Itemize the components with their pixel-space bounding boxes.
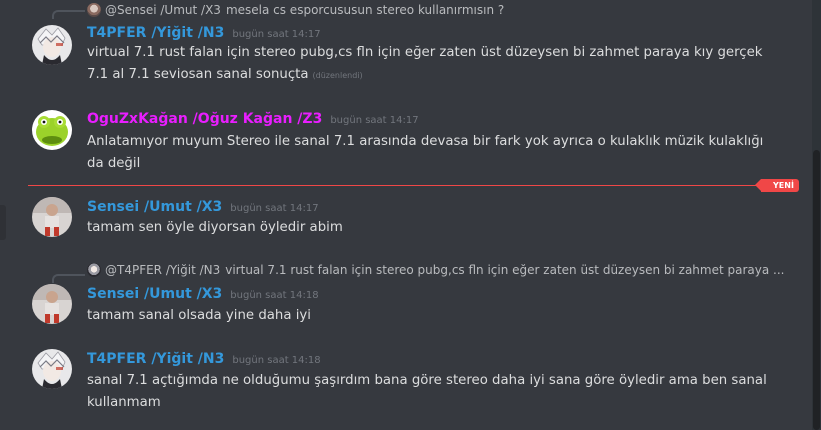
message-line: kullanmam bbox=[87, 395, 161, 410]
message-line: Anlatamıyor muyum Stereo ile sanal 7.1 a… bbox=[87, 134, 764, 149]
reply-connector bbox=[52, 10, 85, 19]
chat-messages[interactable]: @Sensei /Umut /X3 mesela cs esporcususun… bbox=[0, 0, 812, 430]
timestamp[interactable]: bugün saat 14:17 bbox=[230, 203, 318, 214]
message-header: Sensei /Umut /X3 bugün saat 14:18 bbox=[87, 286, 319, 302]
new-messages-badge: YENİ bbox=[755, 179, 799, 192]
edited-label: (düzenlendi) bbox=[312, 71, 363, 80]
message-header: T4PFER /Yiğit /N3 bugün saat 14:17 bbox=[87, 25, 321, 41]
message-line: 7.1 al 7.1 seviosan sanal sonuçta (düzenl… bbox=[87, 64, 363, 87]
message-header: OguZxKağan /Oğuz Kağan /Z3 bugün saat 14… bbox=[87, 111, 419, 127]
reply-author[interactable]: @T4PFER /Yiğit /N3 bbox=[105, 263, 220, 277]
message-text: 7.1 al 7.1 seviosan sanal sonuçta bbox=[87, 67, 309, 82]
message-header: T4PFER /Yiğit /N3 bugün saat 14:18 bbox=[87, 351, 321, 367]
avatar[interactable] bbox=[32, 25, 72, 65]
message-line: tamam sanal olsada yine daha iyi bbox=[87, 308, 311, 323]
new-messages-divider bbox=[28, 185, 783, 186]
message-line: virtual 7.1 rust falan için stereo pubg,… bbox=[87, 45, 763, 60]
reply-text: virtual 7.1 rust falan için stereo pubg,… bbox=[225, 263, 785, 277]
reply-connector bbox=[52, 274, 85, 283]
avatar[interactable] bbox=[32, 349, 72, 389]
message-line: tamam sen öyle diyorsan öyledir abim bbox=[87, 220, 343, 235]
message-line: sanal 7.1 açtığımda ne olduğumu şaşırdım… bbox=[87, 373, 767, 388]
author-name[interactable]: T4PFER /Yiğit /N3 bbox=[87, 351, 224, 367]
author-name[interactable]: Sensei /Umut /X3 bbox=[87, 199, 222, 215]
author-name[interactable]: T4PFER /Yiğit /N3 bbox=[87, 25, 224, 41]
timestamp[interactable]: bugün saat 14:17 bbox=[232, 29, 320, 40]
reply-text: mesela cs esporcususun stereo kullanırmı… bbox=[225, 3, 505, 17]
timestamp[interactable]: bugün saat 14:18 bbox=[232, 355, 320, 366]
author-name[interactable]: Sensei /Umut /X3 bbox=[87, 286, 222, 302]
avatar[interactable] bbox=[32, 197, 72, 237]
scrollbar-thumb[interactable] bbox=[813, 150, 820, 430]
reply-preview[interactable]: @T4PFER /Yiğit /N3 virtual 7.1 rust fala… bbox=[87, 261, 784, 279]
side-panel-edge bbox=[0, 205, 6, 240]
reply-avatar bbox=[87, 3, 101, 17]
message-header: Sensei /Umut /X3 bugün saat 14:17 bbox=[87, 199, 319, 215]
timestamp[interactable]: bugün saat 14:17 bbox=[330, 115, 418, 126]
avatar[interactable] bbox=[32, 284, 72, 324]
reply-author[interactable]: @Sensei /Umut /X3 bbox=[105, 3, 221, 17]
author-name[interactable]: OguZxKağan /Oğuz Kağan /Z3 bbox=[87, 111, 322, 127]
reply-preview[interactable]: @Sensei /Umut /X3 mesela cs esporcususun… bbox=[87, 1, 504, 19]
avatar[interactable] bbox=[32, 110, 72, 150]
timestamp[interactable]: bugün saat 14:18 bbox=[230, 290, 318, 301]
reply-avatar bbox=[87, 263, 101, 277]
scrollbar-track[interactable] bbox=[812, 0, 821, 430]
message-line: da değil bbox=[87, 156, 141, 171]
